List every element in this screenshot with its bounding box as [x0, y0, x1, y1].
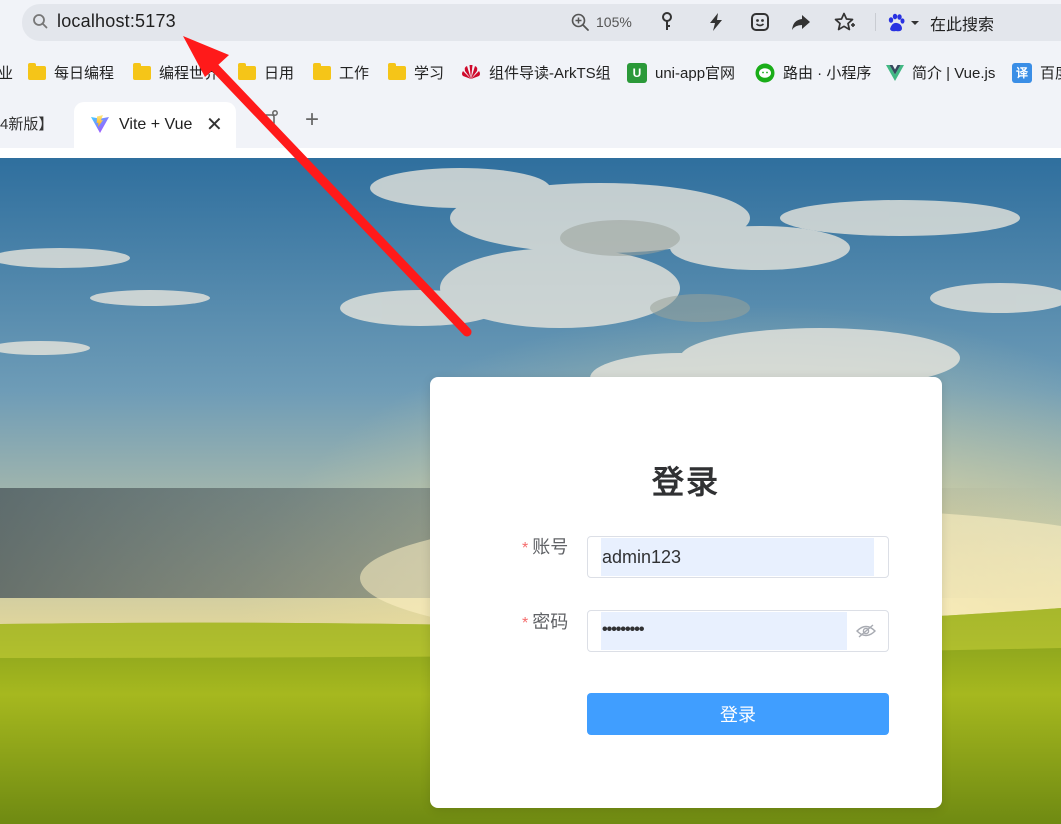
bookmark-label: 日用	[264, 65, 295, 82]
bookmark-label: 每日编程	[54, 65, 115, 82]
share-icon[interactable]	[790, 11, 812, 33]
bookmark-item[interactable]: 简介 | Vue.js	[886, 62, 995, 83]
zoom-in-icon[interactable]	[570, 12, 590, 32]
bookmark-item[interactable]: U uni-app官网	[627, 62, 735, 83]
password-label: * 密码	[522, 608, 568, 634]
login-button[interactable]: 登录	[587, 693, 889, 735]
required-asterisk: *	[522, 615, 529, 632]
bookmark-label: 组件导读-ArkTS组	[489, 65, 611, 82]
huawei-icon	[462, 64, 480, 79]
vite-logo-icon	[91, 115, 109, 133]
toolbar-divider	[875, 13, 876, 31]
favorite-star-icon[interactable]	[834, 11, 856, 33]
bookmark-label: 路由 · 小程序	[783, 65, 872, 82]
bookmark-label: 业	[0, 65, 14, 82]
account-input[interactable]: admin123	[587, 536, 889, 578]
bookmark-label: 编程世界	[159, 65, 220, 82]
bookmark-item[interactable]: 每日编程	[28, 62, 114, 83]
folder-icon	[28, 62, 46, 80]
page-viewport: 登录 * 账号 admin123 * 密码 ••••••••• 登录	[0, 148, 1061, 824]
vue-icon	[886, 64, 904, 81]
bookmark-item[interactable]: 译 百度	[1012, 62, 1061, 83]
bookmarks-bar: 业 每日编程 编程世界 日用 工作 学习 组件导读-ArkTS组 U uni-a…	[0, 52, 1061, 92]
tab-previous[interactable]: 4新版】	[0, 113, 53, 134]
new-tab-button[interactable]: +	[305, 106, 319, 134]
password-input[interactable]: •••••••••	[587, 610, 889, 652]
login-title: 登录	[651, 464, 720, 500]
password-input-value: •••••••••	[602, 621, 644, 638]
key-icon[interactable]	[656, 11, 678, 33]
close-icon[interactable]: ✕	[206, 112, 223, 137]
lightning-icon[interactable]	[705, 11, 727, 33]
eye-hidden-icon[interactable]	[856, 623, 876, 639]
wechat-icon	[755, 63, 775, 82]
zoom-level[interactable]: 105%	[596, 14, 632, 30]
bookmark-item[interactable]: 编程世界	[133, 62, 219, 83]
tab-active[interactable]: Vite + Vue ✕	[74, 102, 236, 148]
account-label: * 账号	[522, 533, 568, 559]
chevron-down-icon	[911, 21, 919, 25]
tab-title: Vite + Vue	[119, 116, 193, 133]
bookmark-label: 学习	[414, 65, 445, 82]
bookmark-label: 简介 | Vue.js	[912, 65, 996, 82]
baidu-paw-icon	[888, 13, 905, 32]
login-card: 登录 * 账号 admin123 * 密码 ••••••••• 登录	[430, 377, 942, 808]
folder-icon	[133, 62, 151, 80]
address-bar-row: localhost:5173 105% 在此搜索	[0, 0, 1061, 46]
bookmark-item[interactable]: 路由 · 小程序	[755, 62, 871, 83]
folder-icon	[238, 62, 256, 80]
search-engine-box[interactable]: 在此搜索	[886, 11, 994, 35]
extension-icon[interactable]	[749, 11, 771, 33]
translate-icon: 译	[1012, 62, 1032, 83]
password-label-text: 密码	[532, 612, 569, 632]
account-label-text: 账号	[532, 537, 569, 557]
bookmark-label: uni-app官网	[655, 65, 736, 82]
folder-icon	[313, 62, 331, 80]
required-asterisk: *	[522, 540, 529, 557]
bookmark-label: 百度	[1040, 65, 1061, 82]
bookmark-label: 工作	[339, 65, 370, 82]
search-engine-label: 在此搜索	[930, 17, 995, 34]
bookmark-item[interactable]: 工作	[313, 62, 369, 83]
folder-icon	[388, 62, 406, 80]
bookmark-item[interactable]: 学习	[388, 62, 444, 83]
bookmark-item[interactable]: 组件导读-ArkTS组	[461, 62, 611, 83]
bookmark-item[interactable]: 业	[0, 62, 13, 83]
account-input-value: admin123	[602, 547, 682, 567]
bookmark-item[interactable]: 日用	[238, 62, 294, 83]
tab-list-icon[interactable]	[262, 109, 280, 132]
search-icon	[33, 14, 48, 29]
url-text[interactable]: localhost:5173	[57, 11, 176, 32]
tab-bar: 4新版】 Vite + Vue ✕ +	[0, 96, 1061, 148]
uniapp-icon: U	[627, 62, 647, 83]
